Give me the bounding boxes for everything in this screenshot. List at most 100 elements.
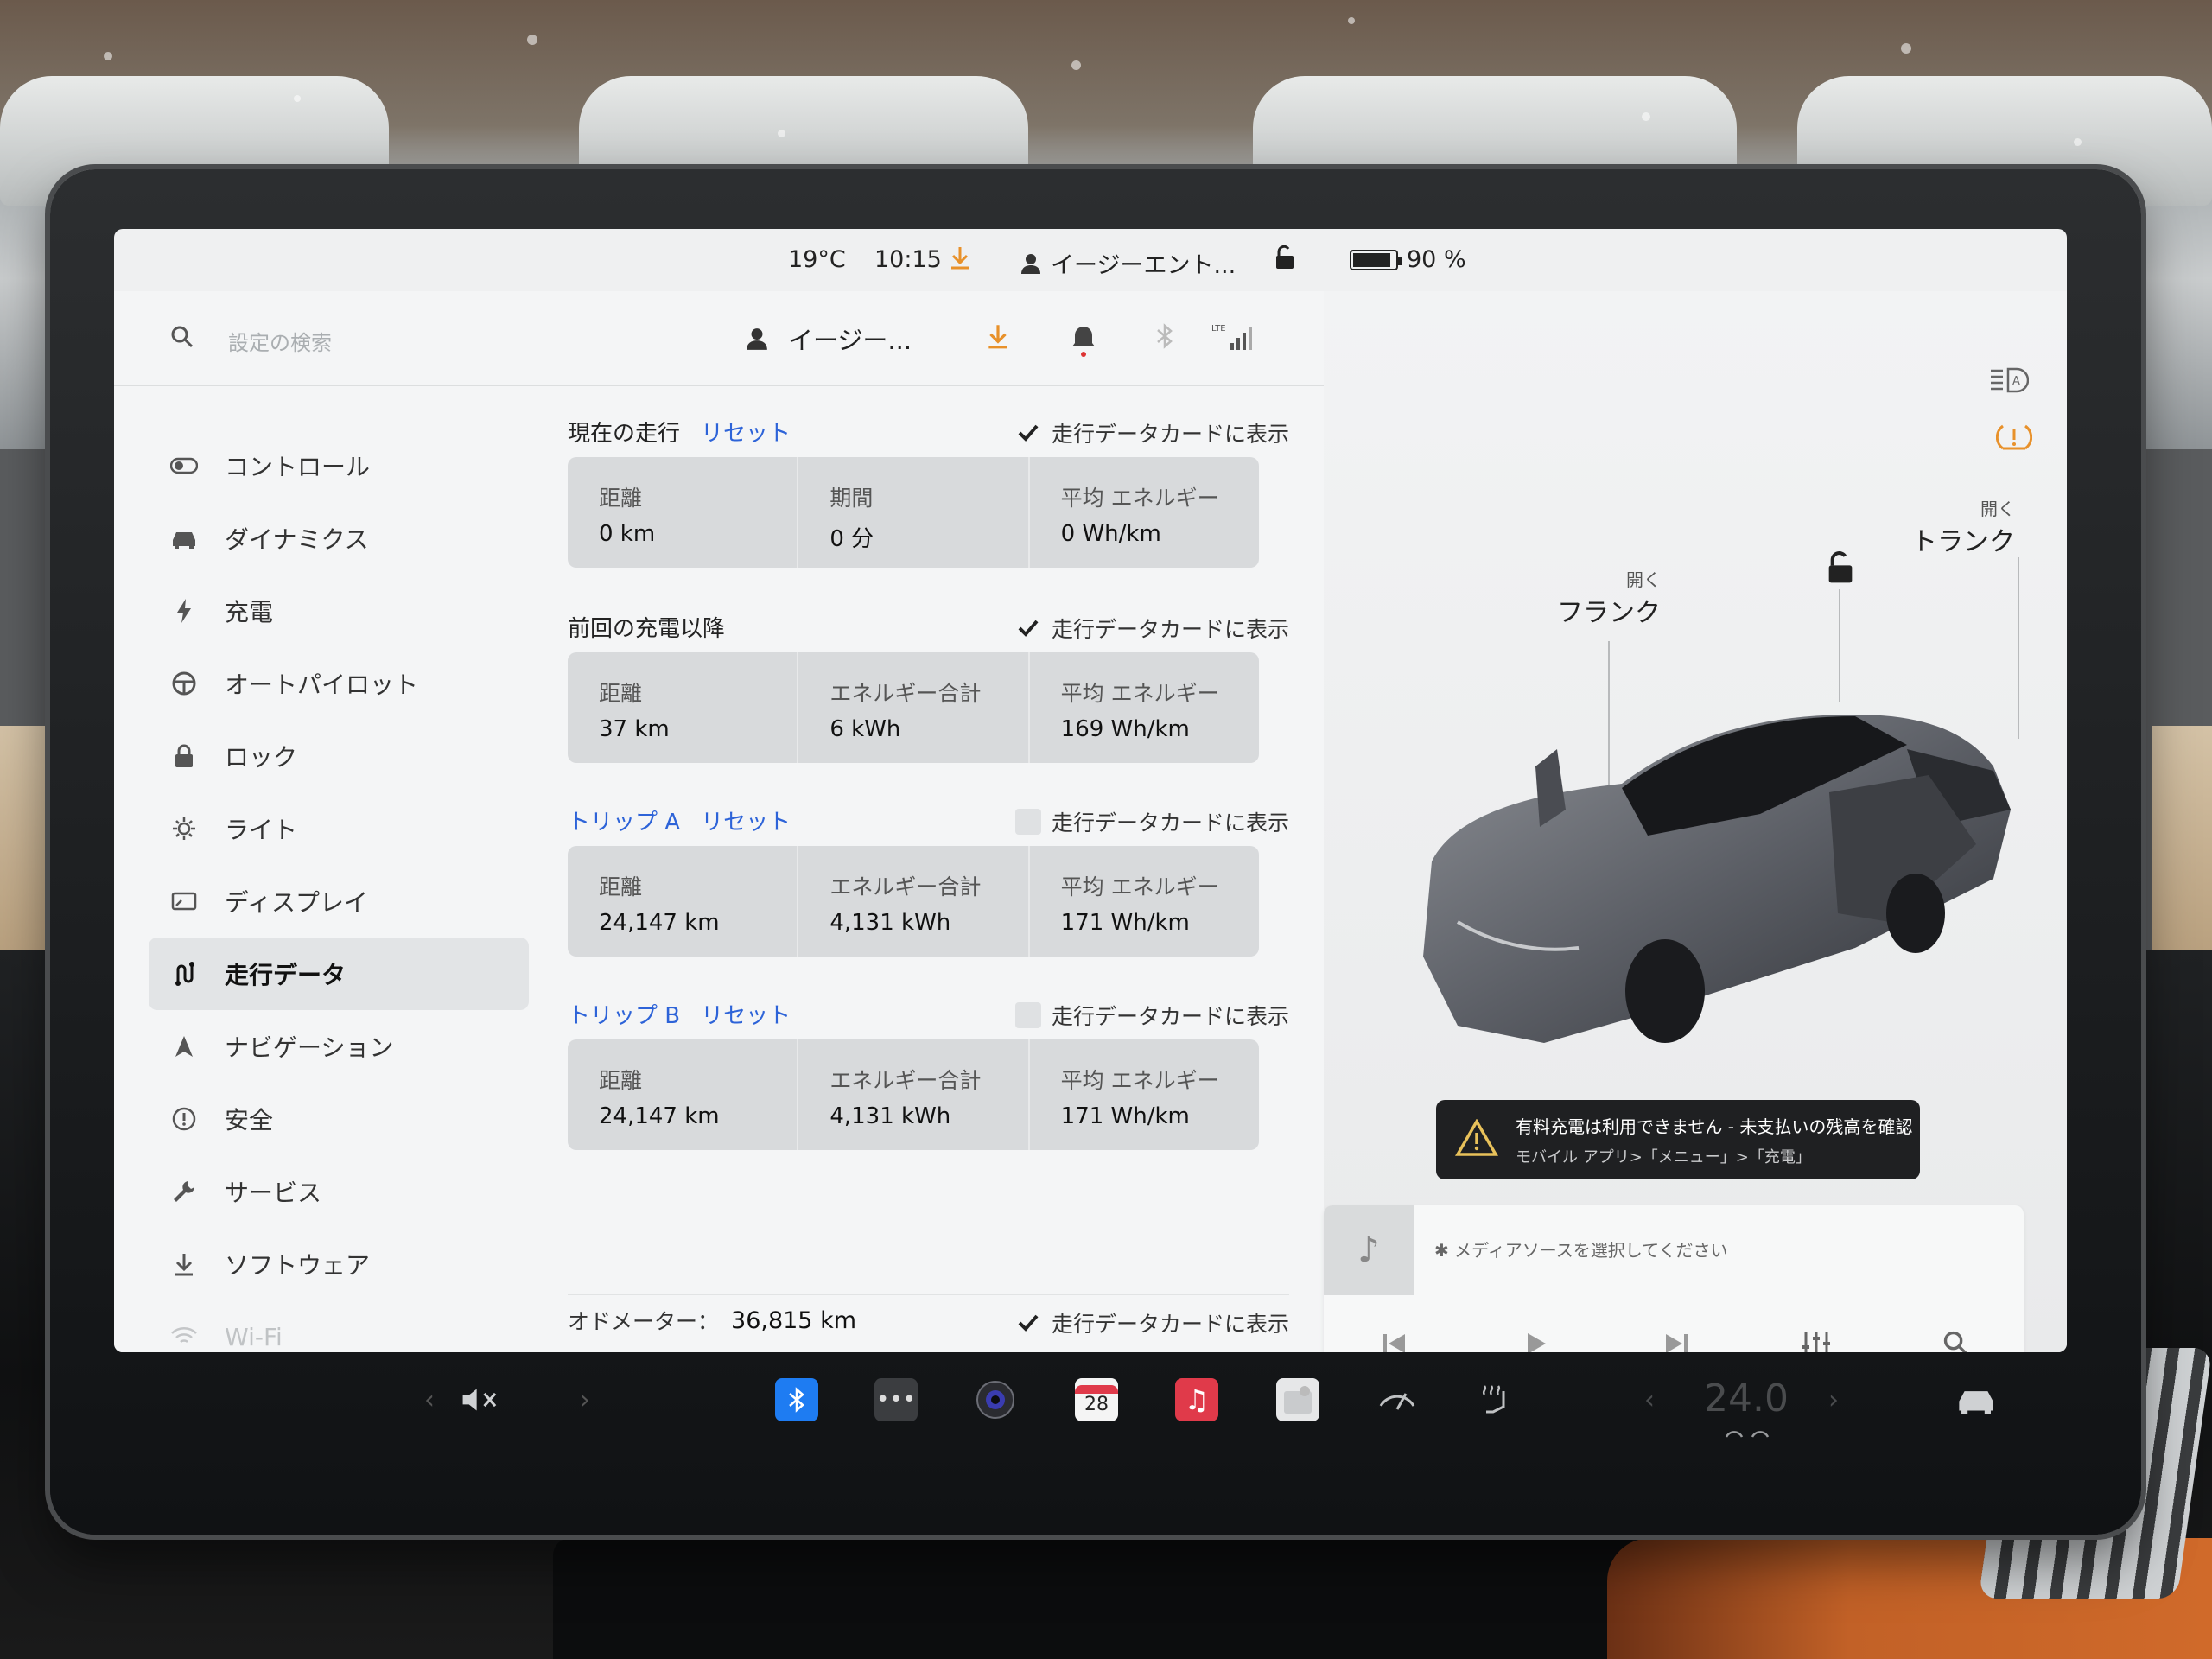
paid-charging-alert[interactable]: 有料充電は利用できません - 未支払いの残高を確認 モバイル アプリ>「メニュー… xyxy=(1436,1100,1920,1179)
mute-icon[interactable] xyxy=(460,1378,503,1421)
bluetooth-icon: ✱ xyxy=(1434,1240,1455,1261)
stat-label: 距離 xyxy=(599,681,643,706)
sidebar-item-safety[interactable]: 安全 xyxy=(149,1083,529,1155)
sidebar-item-autopilot[interactable]: オートパイロット xyxy=(149,647,529,720)
camera-icon[interactable] xyxy=(974,1378,1017,1421)
profile-status[interactable]: イージーエント... xyxy=(1020,246,1236,280)
status-bar: 19°C 10:15 イージーエント... 90 % xyxy=(114,229,2067,291)
stat-cell: エネルギー合計 4,131 kWh xyxy=(798,846,1030,957)
car-status-panel: A 開く フランク 開く トランク 有料充電は利用できません - 未支払いの残高… xyxy=(1324,291,2067,1352)
wiper-icon[interactable] xyxy=(1376,1378,1419,1421)
sidebar-item-controls[interactable]: コントロール xyxy=(149,429,529,502)
previous-track-icon[interactable] xyxy=(1377,1326,1412,1352)
search-icon[interactable] xyxy=(169,324,195,350)
bluetooth-app-icon[interactable] xyxy=(775,1378,818,1421)
profile-button[interactable]: イージー... xyxy=(745,321,912,357)
stat-label: 距離 xyxy=(599,486,643,511)
stat-label: 距離 xyxy=(599,874,643,899)
profile-name: イージーエント... xyxy=(1051,252,1236,279)
sidebar-item-service[interactable]: サービス xyxy=(149,1155,529,1228)
trunk-open-control[interactable]: 開く トランク xyxy=(1842,495,2015,558)
media-search-icon[interactable] xyxy=(1939,1326,1974,1352)
lock-icon xyxy=(169,741,199,771)
settings-search-input[interactable]: 設定の検索 xyxy=(228,326,332,356)
reset-trip-a-button[interactable]: リセット xyxy=(701,804,791,836)
sidebar-item-display[interactable]: ディスプレイ xyxy=(149,865,529,938)
reset-trip-b-button[interactable]: リセット xyxy=(701,998,791,1030)
car-home-icon[interactable] xyxy=(1955,1378,1998,1421)
trunk-action: 開く xyxy=(1980,499,2015,519)
media-source-prompt: メディアソースを選択してください xyxy=(1454,1240,1728,1261)
display-icon xyxy=(169,887,199,916)
stat-label: 平均 エネルギー xyxy=(1060,874,1219,899)
stat-label: 距離 xyxy=(599,1068,643,1093)
media-player: ♪ ✱ メディアソースを選択してください xyxy=(1324,1205,2024,1352)
frunk-open-control[interactable]: 開く フランク xyxy=(1505,566,1661,629)
show-on-card-checkbox[interactable]: 走行データカードに表示 xyxy=(1015,417,1289,448)
stat-cell: エネルギー合計 4,131 kWh xyxy=(798,1039,1030,1150)
sidebar-item-trips[interactable]: 走行データ xyxy=(149,938,529,1010)
show-on-card-checkbox[interactable]: 走行データカードに表示 xyxy=(1015,1307,1289,1338)
more-apps-icon[interactable]: ••• xyxy=(874,1378,918,1421)
stat-label: 平均 エネルギー xyxy=(1060,1068,1219,1093)
section-title: トリップ A xyxy=(568,809,681,836)
defrost-icon[interactable] xyxy=(1721,1423,1773,1444)
stat-value: 37 km xyxy=(599,716,670,742)
navigation-icon xyxy=(169,1032,199,1061)
battery-status: 90 % xyxy=(1350,246,1466,273)
sidebar-item-dynamics[interactable]: ダイナミクス xyxy=(149,502,529,575)
software-download-icon[interactable] xyxy=(985,322,1014,352)
unlock-icon[interactable] xyxy=(1823,550,1858,588)
bell-icon[interactable] xyxy=(1070,322,1099,357)
volume-right-chevron-icon[interactable]: › xyxy=(563,1378,607,1421)
settings-header: 設定の検索 イージー... LTE xyxy=(114,291,1324,386)
sidebar-item-wifi[interactable]: Wi-Fi xyxy=(149,1300,529,1352)
stat-value: 0 Wh/km xyxy=(1060,521,1161,547)
trip-b-section: トリップ B リセット 走行データカードに表示 距離 24,147 km エネルギ… xyxy=(568,995,1289,1150)
download-icon[interactable] xyxy=(948,245,972,270)
equalizer-icon[interactable] xyxy=(1799,1326,1834,1352)
sidebar-item-software[interactable]: ソフトウェア xyxy=(149,1228,529,1300)
sidebar-item-locks[interactable]: ロック xyxy=(149,720,529,792)
clock: 10:15 xyxy=(874,246,942,273)
temp-down-chevron-icon[interactable]: ‹ xyxy=(1628,1378,1671,1421)
show-on-card-checkbox[interactable]: 走行データカードに表示 xyxy=(1015,613,1289,644)
cabin-temperature[interactable]: 24.0 xyxy=(1704,1376,1789,1421)
odometer-row: オドメーター： 36,815 km 走行データカードに表示 xyxy=(568,1294,1289,1345)
sidebar-item-charging[interactable]: 充電 xyxy=(149,575,529,647)
stats-card: 距離 24,147 km エネルギー合計 4,131 kWh 平均 エネルギー 171… xyxy=(568,1039,1259,1150)
section-title: 前回の充電以降 xyxy=(568,615,726,642)
sidebar-item-navigation[interactable]: ナビゲーション xyxy=(149,1010,529,1083)
show-on-card-label: 走行データカードに表示 xyxy=(1051,1004,1289,1029)
wifi-icon xyxy=(169,1322,199,1351)
stat-cell: 平均 エネルギー 0 Wh/km xyxy=(1030,457,1259,568)
auto-headlights-icon[interactable]: A xyxy=(1989,365,2030,398)
volume-left-chevron-icon[interactable]: ‹ xyxy=(408,1378,451,1421)
play-icon[interactable] xyxy=(1519,1326,1554,1352)
next-track-icon[interactable] xyxy=(1659,1326,1694,1352)
checkbox-empty-icon xyxy=(1014,1002,1041,1028)
safety-icon xyxy=(169,1104,199,1134)
music-app-icon[interactable]: ♫ xyxy=(1175,1378,1218,1421)
alert-title: 有料充電は利用できません - 未支払いの残高を確認 xyxy=(1516,1116,1913,1137)
tire-pressure-warning-icon[interactable] xyxy=(1995,421,2033,457)
calendar-icon[interactable]: 28 xyxy=(1075,1378,1118,1421)
stats-card: 距離 37 km エネルギー合計 6 kWh 平均 エネルギー 169 Wh/km xyxy=(568,652,1259,763)
toybox-icon[interactable] xyxy=(1276,1378,1319,1421)
media-source-selector[interactable]: ✱ メディアソースを選択してください xyxy=(1434,1236,1728,1262)
bluetooth-icon[interactable] xyxy=(1154,322,1184,352)
temp-up-chevron-icon[interactable]: › xyxy=(1812,1378,1855,1421)
stat-value: 6 kWh xyxy=(830,716,901,742)
sidebar-item-label: Wi-Fi xyxy=(225,1322,283,1351)
frunk-label: フランク xyxy=(1557,598,1661,628)
sidebar-item-label: ソフトウェア xyxy=(225,1251,371,1280)
show-on-card-checkbox[interactable]: 走行データカードに表示 xyxy=(1014,1000,1289,1031)
stat-cell: エネルギー合計 6 kWh xyxy=(798,652,1030,763)
seat-heater-icon[interactable] xyxy=(1475,1378,1518,1421)
show-on-card-checkbox[interactable]: 走行データカードに表示 xyxy=(1014,806,1289,837)
battery-icon xyxy=(1350,249,1402,270)
unlock-icon[interactable] xyxy=(1272,245,1298,270)
stat-label: エネルギー合計 xyxy=(830,1068,982,1093)
reset-current-button[interactable]: リセット xyxy=(701,416,791,448)
sidebar-item-lights[interactable]: ライト xyxy=(149,792,529,865)
